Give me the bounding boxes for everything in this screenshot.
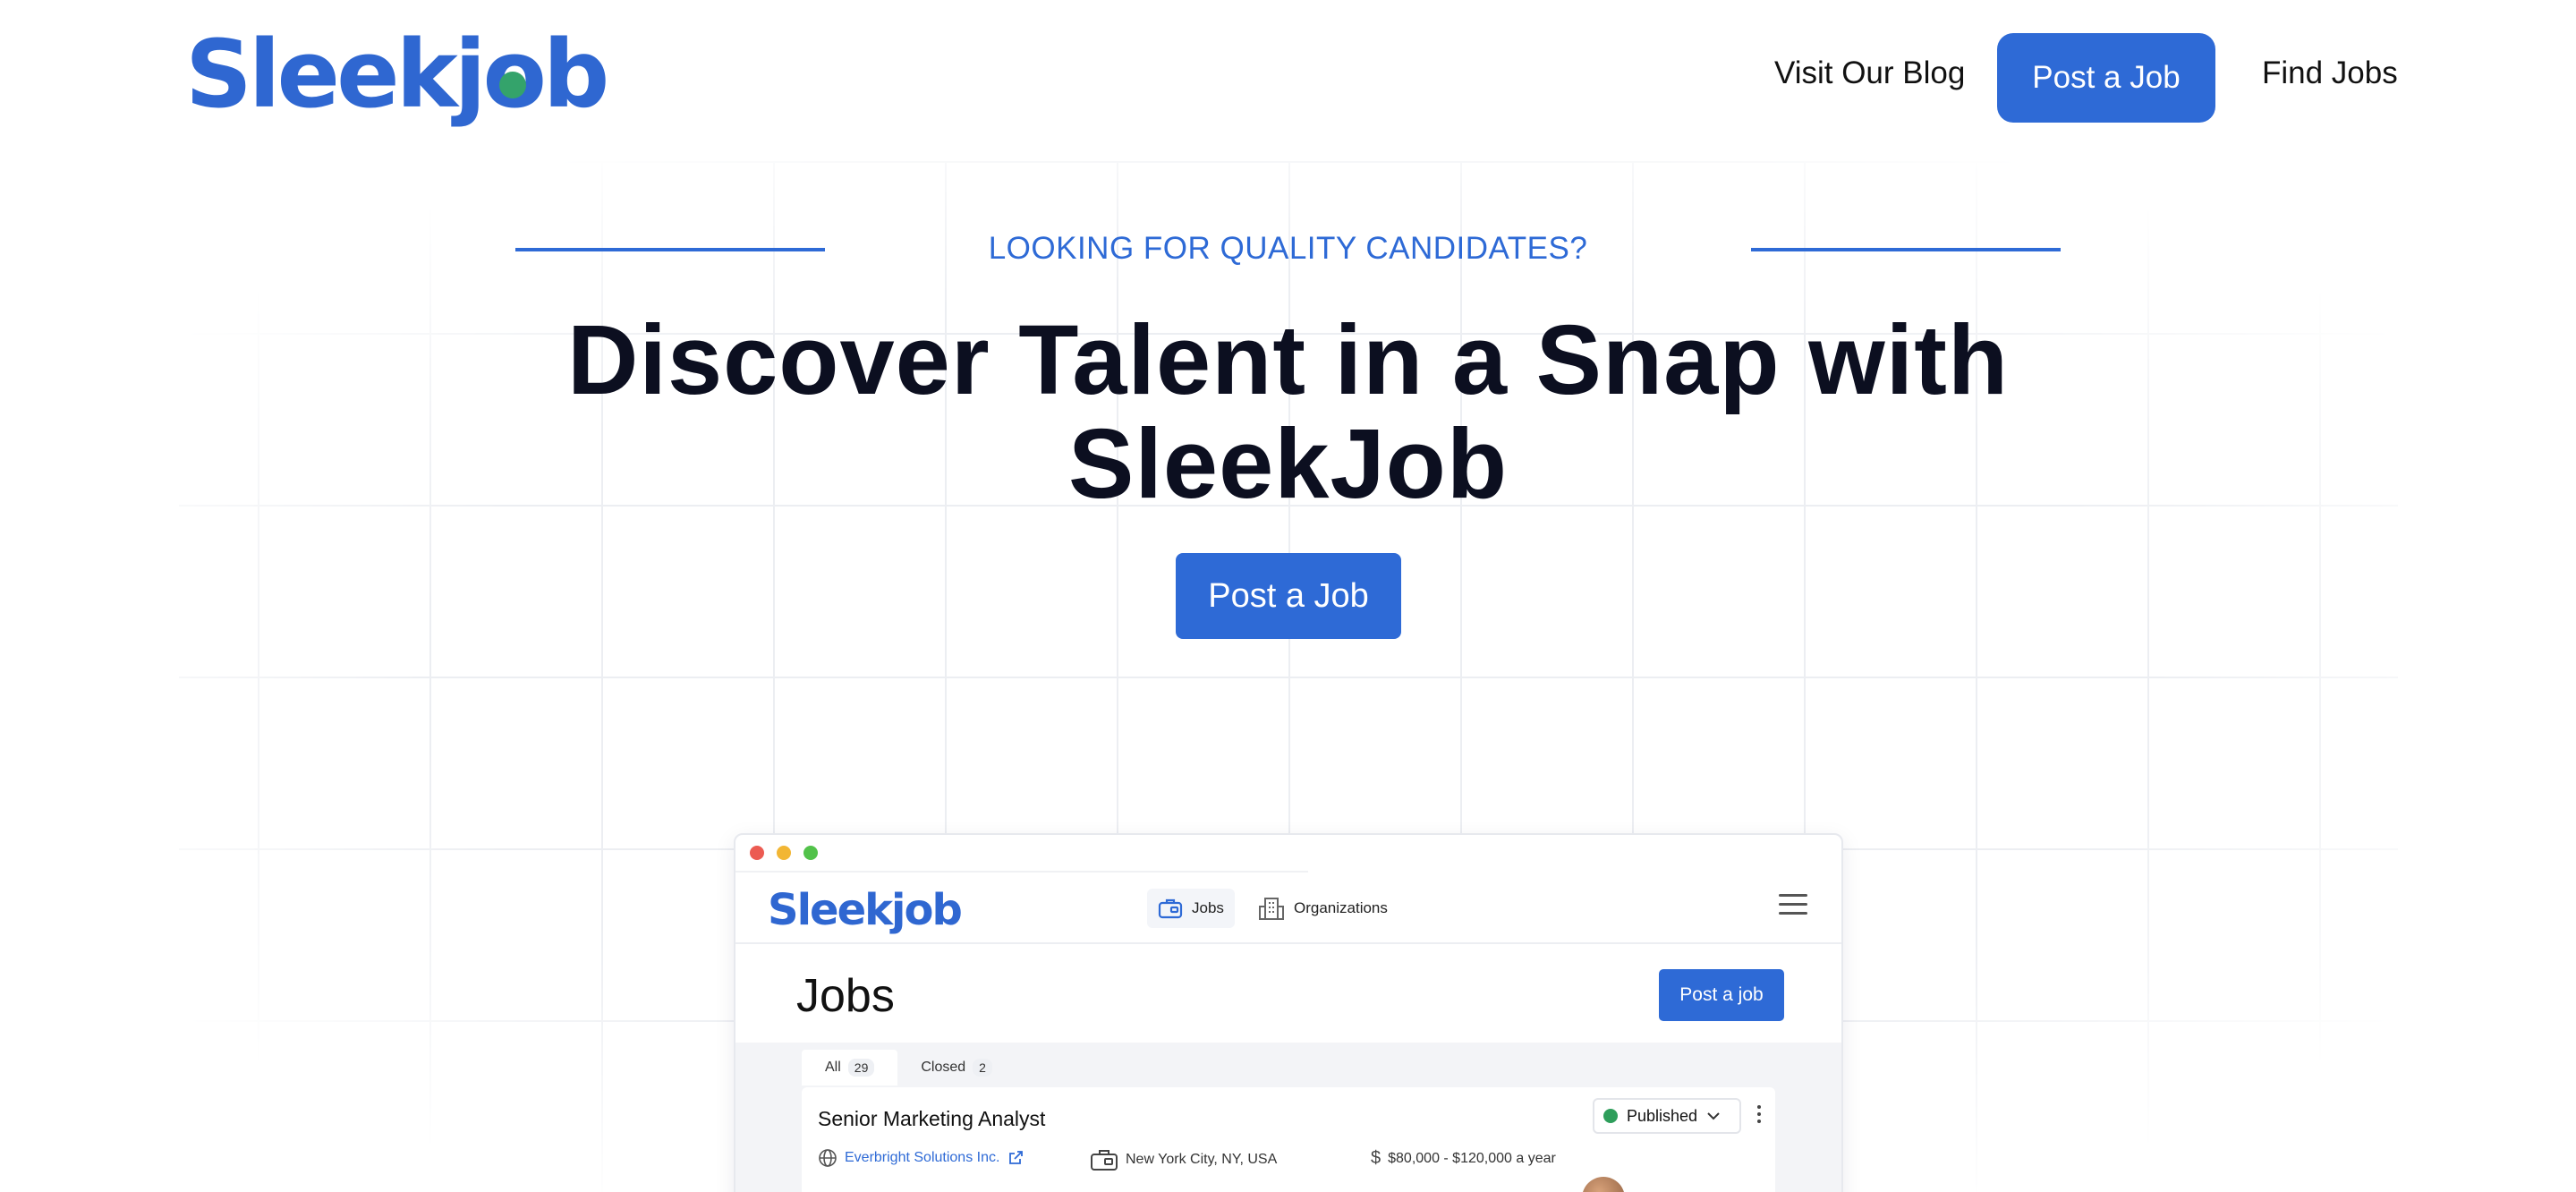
status-dot-icon	[1603, 1109, 1618, 1123]
menu-icon[interactable]	[1779, 894, 1807, 917]
globe-icon	[819, 1149, 837, 1167]
hero-title: Discover Talent in a Snap with SleekJob	[0, 309, 2576, 516]
hero-eyebrow: LOOKING FOR QUALITY CANDIDATES?	[988, 231, 1588, 266]
site-header: Sleekjob Visit Our Blog Post a Job Find …	[0, 0, 2576, 161]
hero-title-line1: Discover Talent in a Snap with	[566, 305, 2010, 415]
filter-tab-all[interactable]: All 29	[802, 1050, 898, 1086]
avatar	[1582, 1177, 1625, 1192]
app-post-job-button[interactable]: Post a job	[1659, 969, 1784, 1021]
job-location-text: New York City, NY, USA	[1126, 1152, 1278, 1167]
nav-visit-blog-link[interactable]: Visit Our Blog	[1774, 55, 1965, 91]
chevron-down-icon	[1707, 1112, 1720, 1120]
job-organization-name: Everbright Solutions Inc.	[845, 1150, 1000, 1165]
nav-post-job-button[interactable]: Post a Job	[1997, 33, 2215, 123]
nav-find-jobs-link[interactable]: Find Jobs	[2262, 55, 2398, 91]
job-filter-tabs: All 29 Closed 2	[802, 1050, 1016, 1086]
hero-title-line2: SleekJob	[1067, 409, 1509, 519]
close-window-dot	[750, 846, 764, 860]
external-link-icon	[1009, 1151, 1024, 1164]
app-preview-window: Sleekjob Jobs Organizations Jobs Post a …	[734, 833, 1843, 1192]
sleekjob-logo[interactable]: Sleekjob	[185, 16, 609, 132]
job-card[interactable]: Senior Marketing Analyst Everbright Solu…	[802, 1087, 1775, 1192]
job-status-label: Published	[1627, 1106, 1698, 1125]
briefcase-icon	[1158, 898, 1183, 919]
hero-post-job-button[interactable]: Post a Job	[1176, 553, 1401, 639]
jobs-content-area: All 29 Closed 2 Senior Marketing Analyst	[735, 1043, 1841, 1192]
job-title[interactable]: Senior Marketing Analyst	[818, 1107, 1045, 1131]
app-navbar: Sleekjob Jobs Organizations	[735, 873, 1841, 944]
filter-tab-all-count: 29	[847, 1059, 875, 1077]
briefcase-icon	[1091, 1150, 1118, 1171]
more-options-icon[interactable]	[1757, 1105, 1763, 1123]
jobs-page-title: Jobs	[796, 970, 895, 1022]
dollar-icon: $	[1371, 1148, 1382, 1168]
maximize-window-dot	[803, 846, 818, 860]
app-tab-jobs-label: Jobs	[1192, 899, 1224, 916]
filter-tab-closed-label: Closed	[921, 1060, 966, 1075]
job-organization[interactable]: Everbright Solutions Inc.	[818, 1148, 1024, 1168]
job-location: New York City, NY, USA	[1090, 1148, 1277, 1171]
job-salary: $ $80,000 - $120,000 a year	[1371, 1148, 1556, 1169]
app-tab-jobs[interactable]: Jobs	[1147, 889, 1235, 928]
logo-o-with-search: o	[482, 20, 546, 129]
window-controls	[750, 846, 818, 860]
logo-text: Sleekj	[185, 20, 486, 129]
filter-tab-closed-count: 2	[973, 1059, 992, 1077]
app-tab-organizations[interactable]: Organizations	[1247, 889, 1399, 928]
minimize-window-dot	[777, 846, 791, 860]
logo-search-icon	[499, 72, 527, 99]
filter-tab-closed[interactable]: Closed 2	[897, 1050, 1016, 1086]
filter-tab-all-label: All	[825, 1060, 841, 1075]
building-icon	[1259, 898, 1284, 920]
landing-page: Sleekjob Visit Our Blog Post a Job Find …	[0, 0, 2576, 1192]
job-salary-text: $80,000 - $120,000 a year	[1388, 1150, 1556, 1166]
app-tab-organizations-label: Organizations	[1294, 899, 1388, 916]
app-logo: Sleekjob	[768, 885, 963, 935]
job-status-select[interactable]: Published	[1593, 1098, 1741, 1134]
